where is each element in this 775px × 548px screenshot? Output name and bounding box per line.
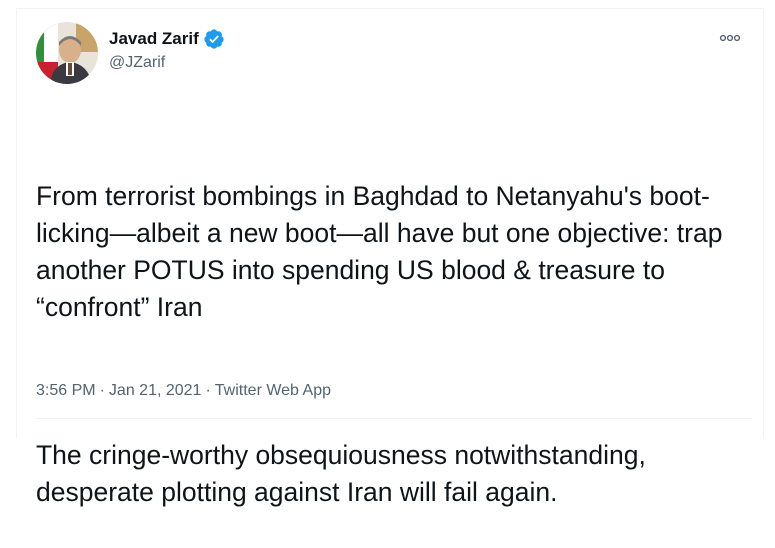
tweet-source[interactable]: Twitter Web App [215, 382, 331, 399]
profile-photo-icon [36, 22, 98, 84]
tweet-header: Javad Zarif @JZarif [36, 22, 752, 86]
tweet-paragraph: From terrorist bombings in Baghdad to Ne… [36, 181, 730, 322]
meta-separator: · [99, 382, 105, 399]
meta-separator: · [205, 382, 211, 399]
divider [36, 418, 752, 419]
author-names: Javad Zarif @JZarif [109, 28, 225, 74]
author-handle[interactable]: @JZarif [109, 52, 225, 74]
display-name-row: Javad Zarif [109, 28, 225, 50]
display-name[interactable]: Javad Zarif [109, 28, 199, 50]
tweet-paragraph: The cringe-worthy obsequiousness notwith… [36, 440, 654, 507]
tweet-date[interactable]: Jan 21, 2021 [109, 382, 202, 399]
more-options-icon[interactable] [718, 28, 742, 48]
tweet-text: From terrorist bombings in Baghdad to Ne… [36, 104, 752, 548]
tweet-time[interactable]: 3:56 PM [36, 382, 96, 399]
avatar[interactable] [36, 22, 98, 84]
verified-badge-icon [203, 28, 225, 50]
tweet-metadata: 3:56 PM · Jan 21, 2021 · Twitter Web App [36, 380, 331, 402]
